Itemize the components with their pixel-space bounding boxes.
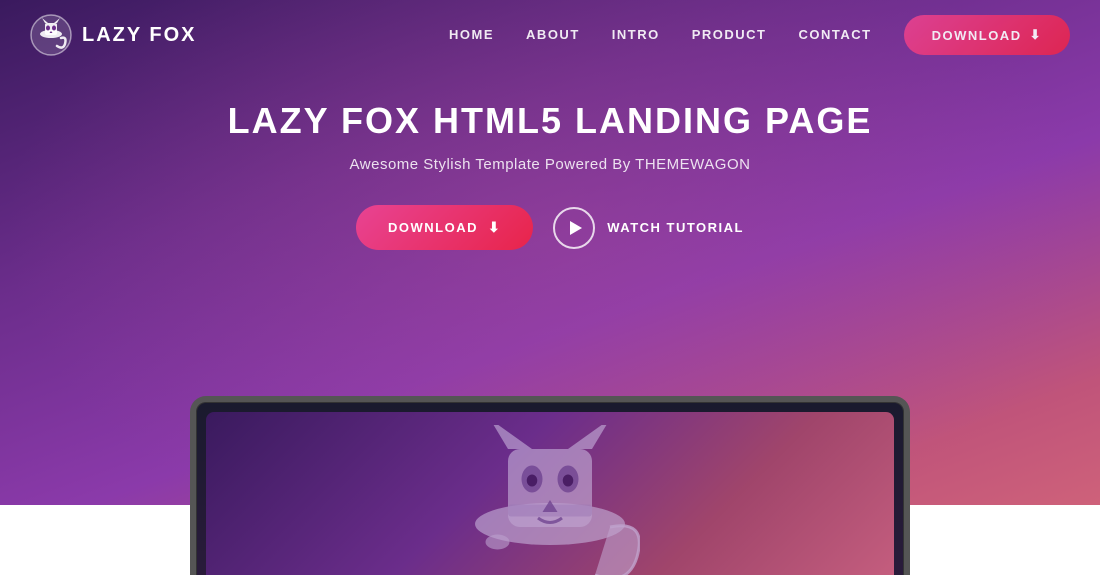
logo-area: LAZY FOX [30,14,197,56]
navbar: LAZY FOX HOME ABOUT INTRO PRODUCT CONTAC… [0,0,1100,70]
play-circle-icon [553,207,595,249]
nav-item-product[interactable]: PRODUCT [692,26,767,44]
hero-subtitle: Awesome Stylish Template Powered By THEM… [350,156,751,173]
nav-item-about[interactable]: ABOUT [526,26,580,44]
hero-download-button[interactable]: DOWNLOAD ⬇ [356,205,533,250]
hero-title: LAZY FOX HTML5 LANDING PAGE [228,100,873,142]
nav-download-item[interactable]: DOWNLOAD ⬇ [904,15,1070,55]
nav-download-button[interactable]: DOWNLOAD ⬇ [904,15,1070,55]
screen-fox-logo [460,425,640,575]
laptop-screen-inner [206,412,894,575]
laptop [190,396,910,575]
nav-links: HOME ABOUT INTRO PRODUCT CONTACT DOWNLOA… [449,15,1070,55]
watch-tutorial-button[interactable]: WATCH TUTORIAL [553,207,744,249]
play-triangle-icon [570,221,582,235]
download-arrow-icon: ⬇ [488,219,501,236]
logo-icon [30,14,72,56]
nav-item-intro[interactable]: INTRO [612,26,660,44]
nav-item-home[interactable]: HOME [449,26,494,44]
download-icon: ⬇ [1030,27,1042,43]
hero-section: LAZY FOX HOME ABOUT INTRO PRODUCT CONTAC… [0,0,1100,575]
logo-text: LAZY FOX [82,24,197,47]
laptop-screen-outer [190,396,910,575]
nav-item-contact[interactable]: CONTACT [799,26,872,44]
hero-buttons: DOWNLOAD ⬇ WATCH TUTORIAL [356,205,744,250]
laptop-mockup [190,396,910,575]
